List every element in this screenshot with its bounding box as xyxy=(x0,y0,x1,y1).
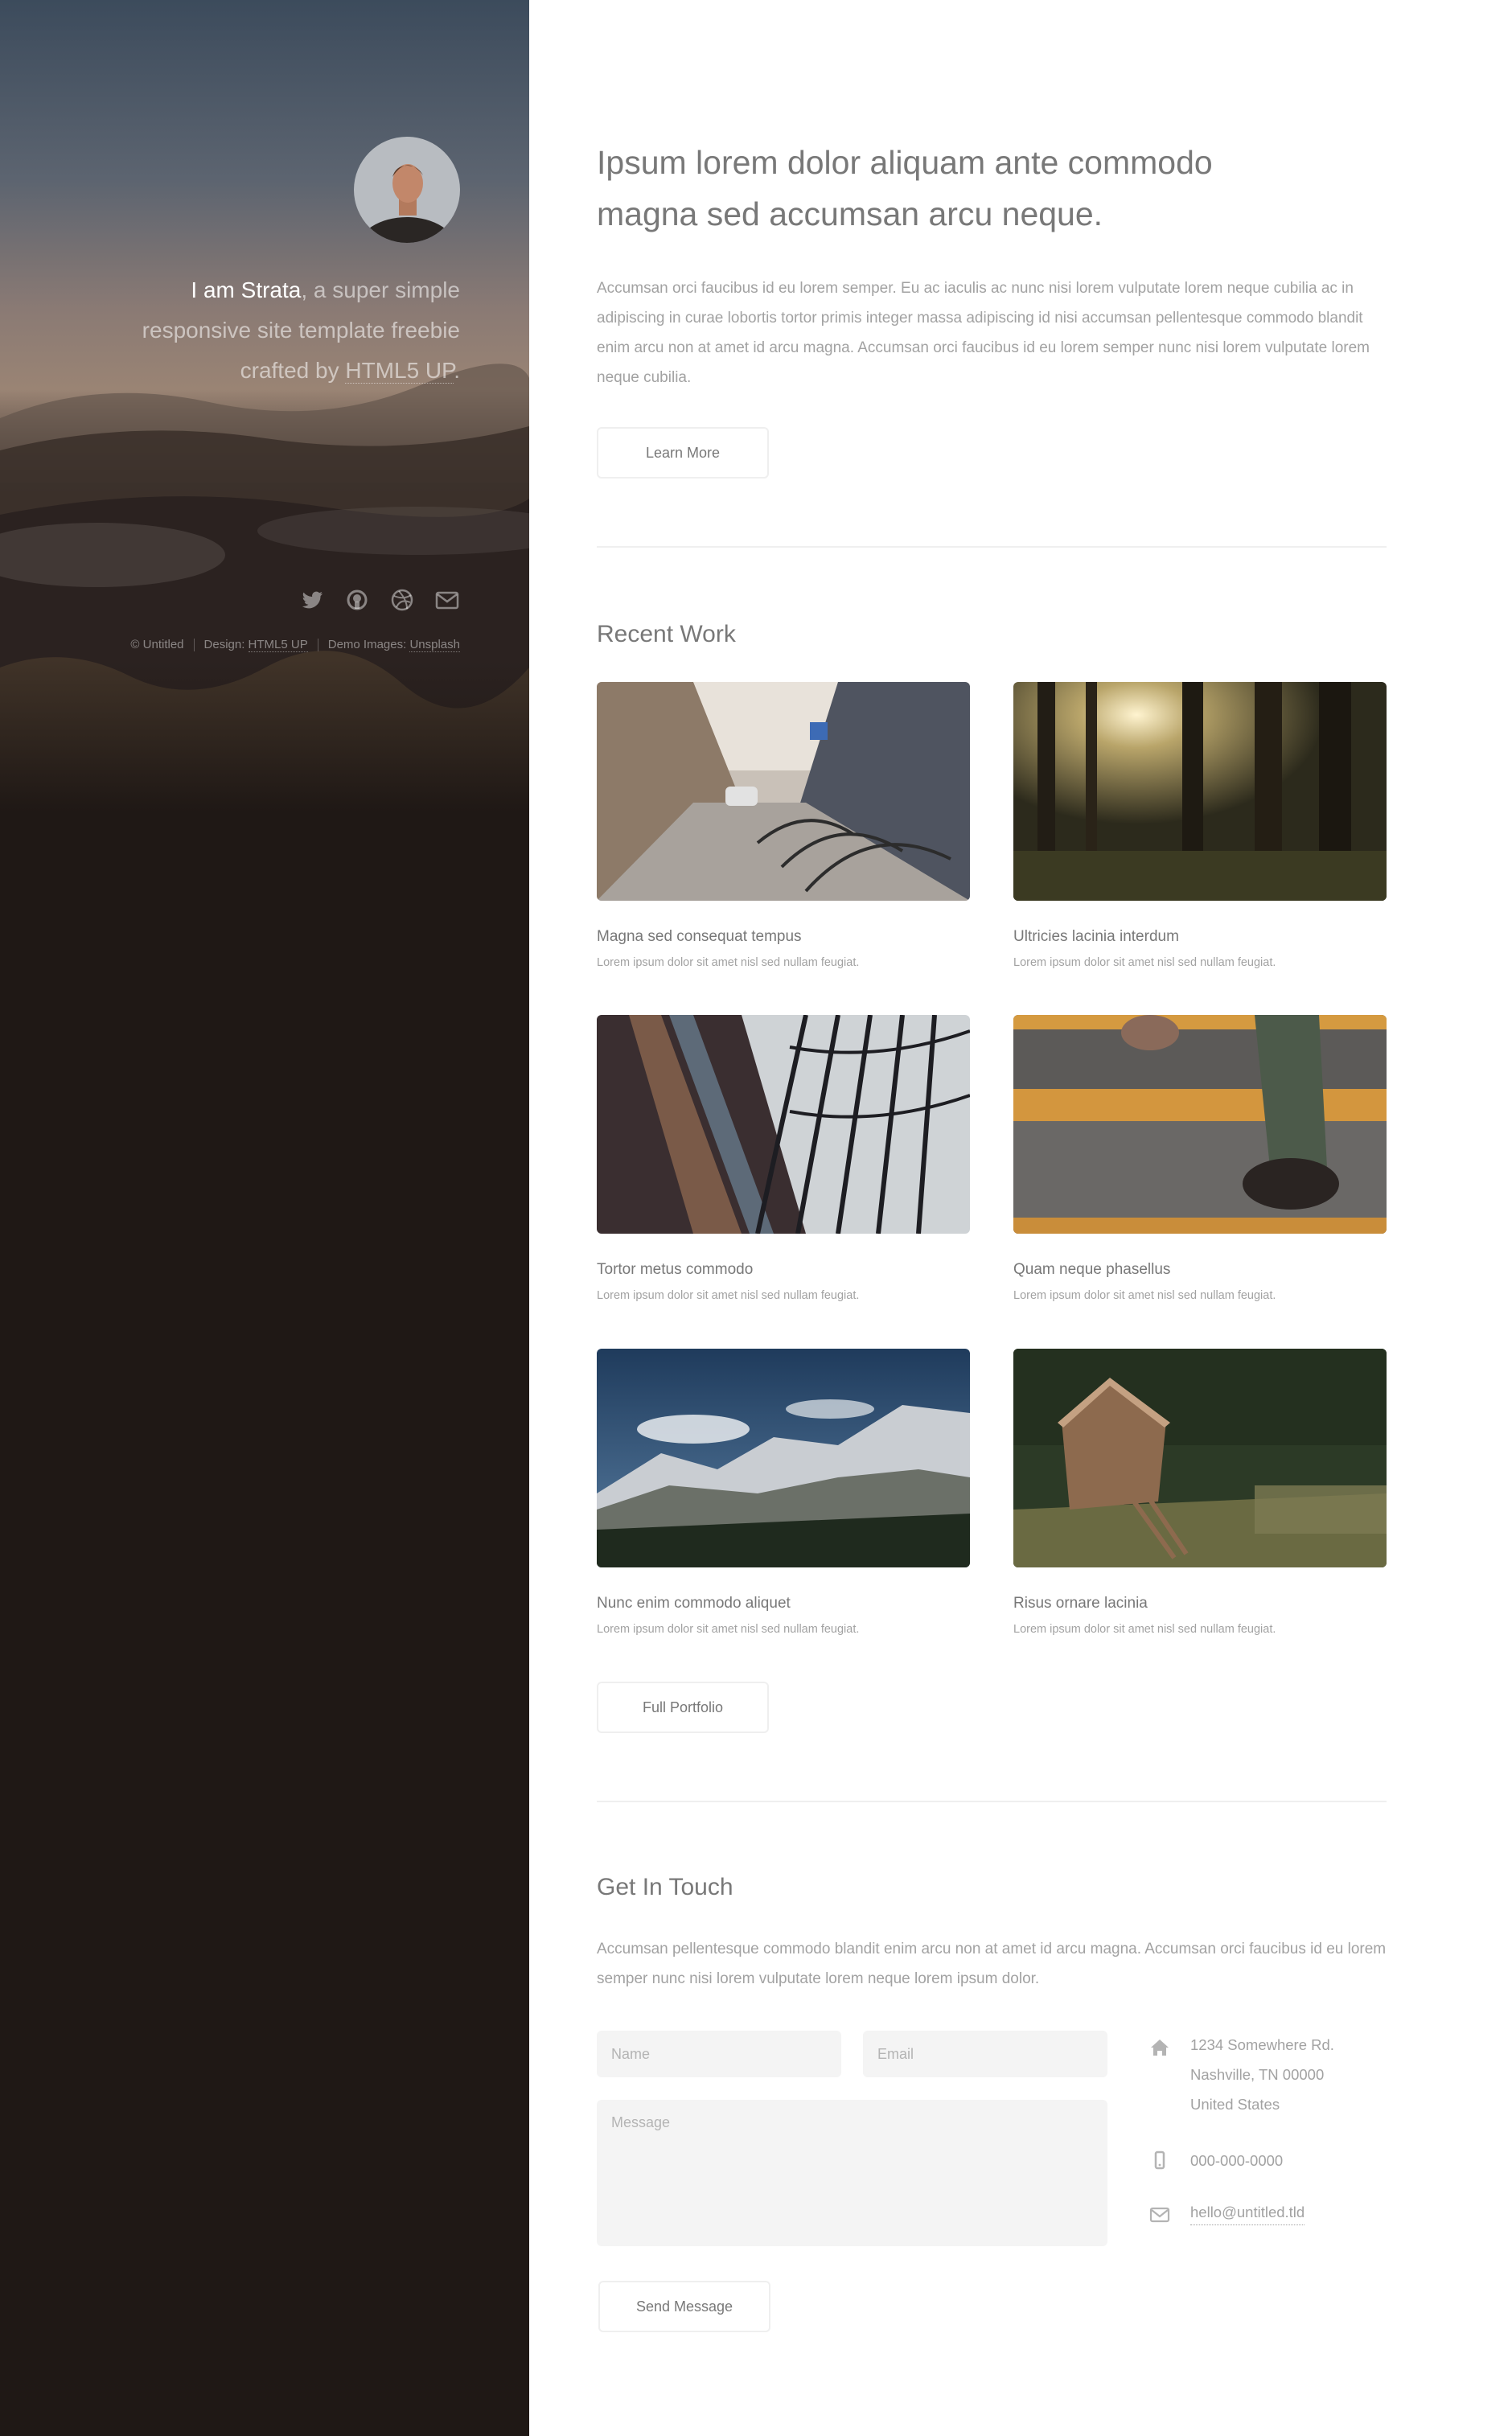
envelope-icon xyxy=(1148,2204,1171,2226)
phone-number: 000-000-0000 xyxy=(1190,2152,1284,2169)
work-thumbnail-cabin[interactable] xyxy=(1013,1349,1387,1567)
work-description: Lorem ipsum dolor sit amet nisl sed null… xyxy=(1013,1623,1276,1636)
send-message-button[interactable]: Send Message xyxy=(598,2281,770,2332)
address-line3: United States xyxy=(1190,2096,1280,2113)
images-credit: Demo Images: Unsplash xyxy=(327,638,460,652)
work-thumbnail-mountains[interactable] xyxy=(597,1349,970,1567)
intro-line1: , a super simple xyxy=(301,277,460,302)
intro-name: I am Strata xyxy=(191,277,302,302)
social-links xyxy=(299,587,460,613)
divider xyxy=(597,1801,1387,1802)
divider xyxy=(597,546,1387,548)
intro-line3-pre: crafted by xyxy=(240,358,346,383)
design-link[interactable]: HTML5 UP xyxy=(248,638,308,652)
images-label: Demo Images: xyxy=(327,638,407,651)
email-link[interactable]: hello@untitled.tld xyxy=(1190,2200,1305,2225)
envelope-icon[interactable] xyxy=(434,587,460,613)
design-label: Design: xyxy=(203,638,245,651)
work-item: Quam neque phasellus Lorem ipsum dolor s… xyxy=(1013,1015,1387,1304)
work-description: Lorem ipsum dolor sit amet nisl sed null… xyxy=(597,1289,860,1302)
home-icon xyxy=(1148,2036,1171,2059)
sidebar: I am Strata, a super simple responsive s… xyxy=(0,0,529,2436)
work-thumbnail-forest[interactable] xyxy=(1013,682,1387,901)
github-icon[interactable] xyxy=(344,587,370,613)
get-in-touch-title: Get In Touch xyxy=(597,1874,733,1900)
unsplash-link[interactable]: Unsplash xyxy=(409,638,460,652)
work-item: Risus ornare lacinia Lorem ipsum dolor s… xyxy=(1013,1349,1387,1637)
address-line2: Nashville, TN 00000 xyxy=(1190,2066,1325,2083)
page-headline: Ipsum lorem dolor aliquam ante commodo m… xyxy=(597,137,1288,240)
email-field[interactable]: Email xyxy=(863,2031,1107,2077)
work-thumbnail-stairs[interactable] xyxy=(1013,1015,1387,1234)
work-description: Lorem ipsum dolor sit amet nisl sed null… xyxy=(1013,956,1276,969)
work-title: Nunc enim commodo aliquet xyxy=(597,1595,791,1612)
hero-background-image xyxy=(0,0,529,812)
name-field[interactable]: Name xyxy=(597,2031,841,2077)
recent-work-title: Recent Work xyxy=(597,621,736,647)
name-placeholder: Name xyxy=(611,2046,651,2062)
dribbble-icon[interactable] xyxy=(389,587,415,613)
work-title: Risus ornare lacinia xyxy=(1013,1595,1148,1612)
work-title: Tortor metus commodo xyxy=(597,1261,754,1278)
work-thumbnail-street[interactable] xyxy=(597,682,970,901)
work-thumbnail-library[interactable] xyxy=(597,1015,970,1234)
phone-icon xyxy=(1148,2149,1171,2171)
intro-text: I am Strata, a super simple responsive s… xyxy=(90,270,460,391)
email-placeholder: Email xyxy=(877,2046,914,2062)
work-title: Quam neque phasellus xyxy=(1013,1261,1171,1278)
full-portfolio-button[interactable]: Full Portfolio xyxy=(597,1682,769,1733)
message-field[interactable]: Message xyxy=(597,2100,1107,2246)
address-line1: 1234 Somewhere Rd. xyxy=(1190,2036,1334,2053)
work-item: Ultricies lacinia interdum Lorem ipsum d… xyxy=(1013,682,1387,971)
work-description: Lorem ipsum dolor sit amet nisl sed null… xyxy=(597,1623,860,1636)
copyright-text: © Untitled xyxy=(130,638,184,651)
work-item: Magna sed consequat tempus Lorem ipsum d… xyxy=(597,682,970,971)
work-item: Tortor metus commodo Lorem ipsum dolor s… xyxy=(597,1015,970,1304)
contact-paragraph: Accumsan pellentesque commodo blandit en… xyxy=(597,1941,1387,1987)
headline-line2: magna sed accumsan arcu neque. xyxy=(597,195,1103,232)
work-description: Lorem ipsum dolor sit amet nisl sed null… xyxy=(597,956,860,969)
intro-paragraph: Accumsan orci faucibus id eu lorem sempe… xyxy=(597,280,1370,386)
intro-line2: responsive site template freebie xyxy=(142,318,460,343)
avatar[interactable] xyxy=(354,137,460,243)
address: 1234 Somewhere Rd. Nashville, TN 00000 U… xyxy=(1190,2030,1334,2119)
work-title: Magna sed consequat tempus xyxy=(597,928,802,945)
html5up-link[interactable]: HTML5 UP xyxy=(345,358,454,384)
intro-line3-post: . xyxy=(454,358,460,383)
work-title: Ultricies lacinia interdum xyxy=(1013,928,1179,945)
work-description: Lorem ipsum dolor sit amet nisl sed null… xyxy=(1013,1289,1276,1302)
learn-more-button[interactable]: Learn More xyxy=(597,427,769,479)
separator xyxy=(193,638,195,651)
copyright: © Untitled Design: HTML5 UP Demo Images:… xyxy=(130,638,460,652)
twitter-icon[interactable] xyxy=(299,587,325,613)
work-item: Nunc enim commodo aliquet Lorem ipsum do… xyxy=(597,1349,970,1637)
headline-line1: Ipsum lorem dolor aliquam ante commodo xyxy=(597,144,1213,181)
message-placeholder: Message xyxy=(611,2114,671,2130)
design-credit: Design: HTML5 UP xyxy=(203,638,308,652)
